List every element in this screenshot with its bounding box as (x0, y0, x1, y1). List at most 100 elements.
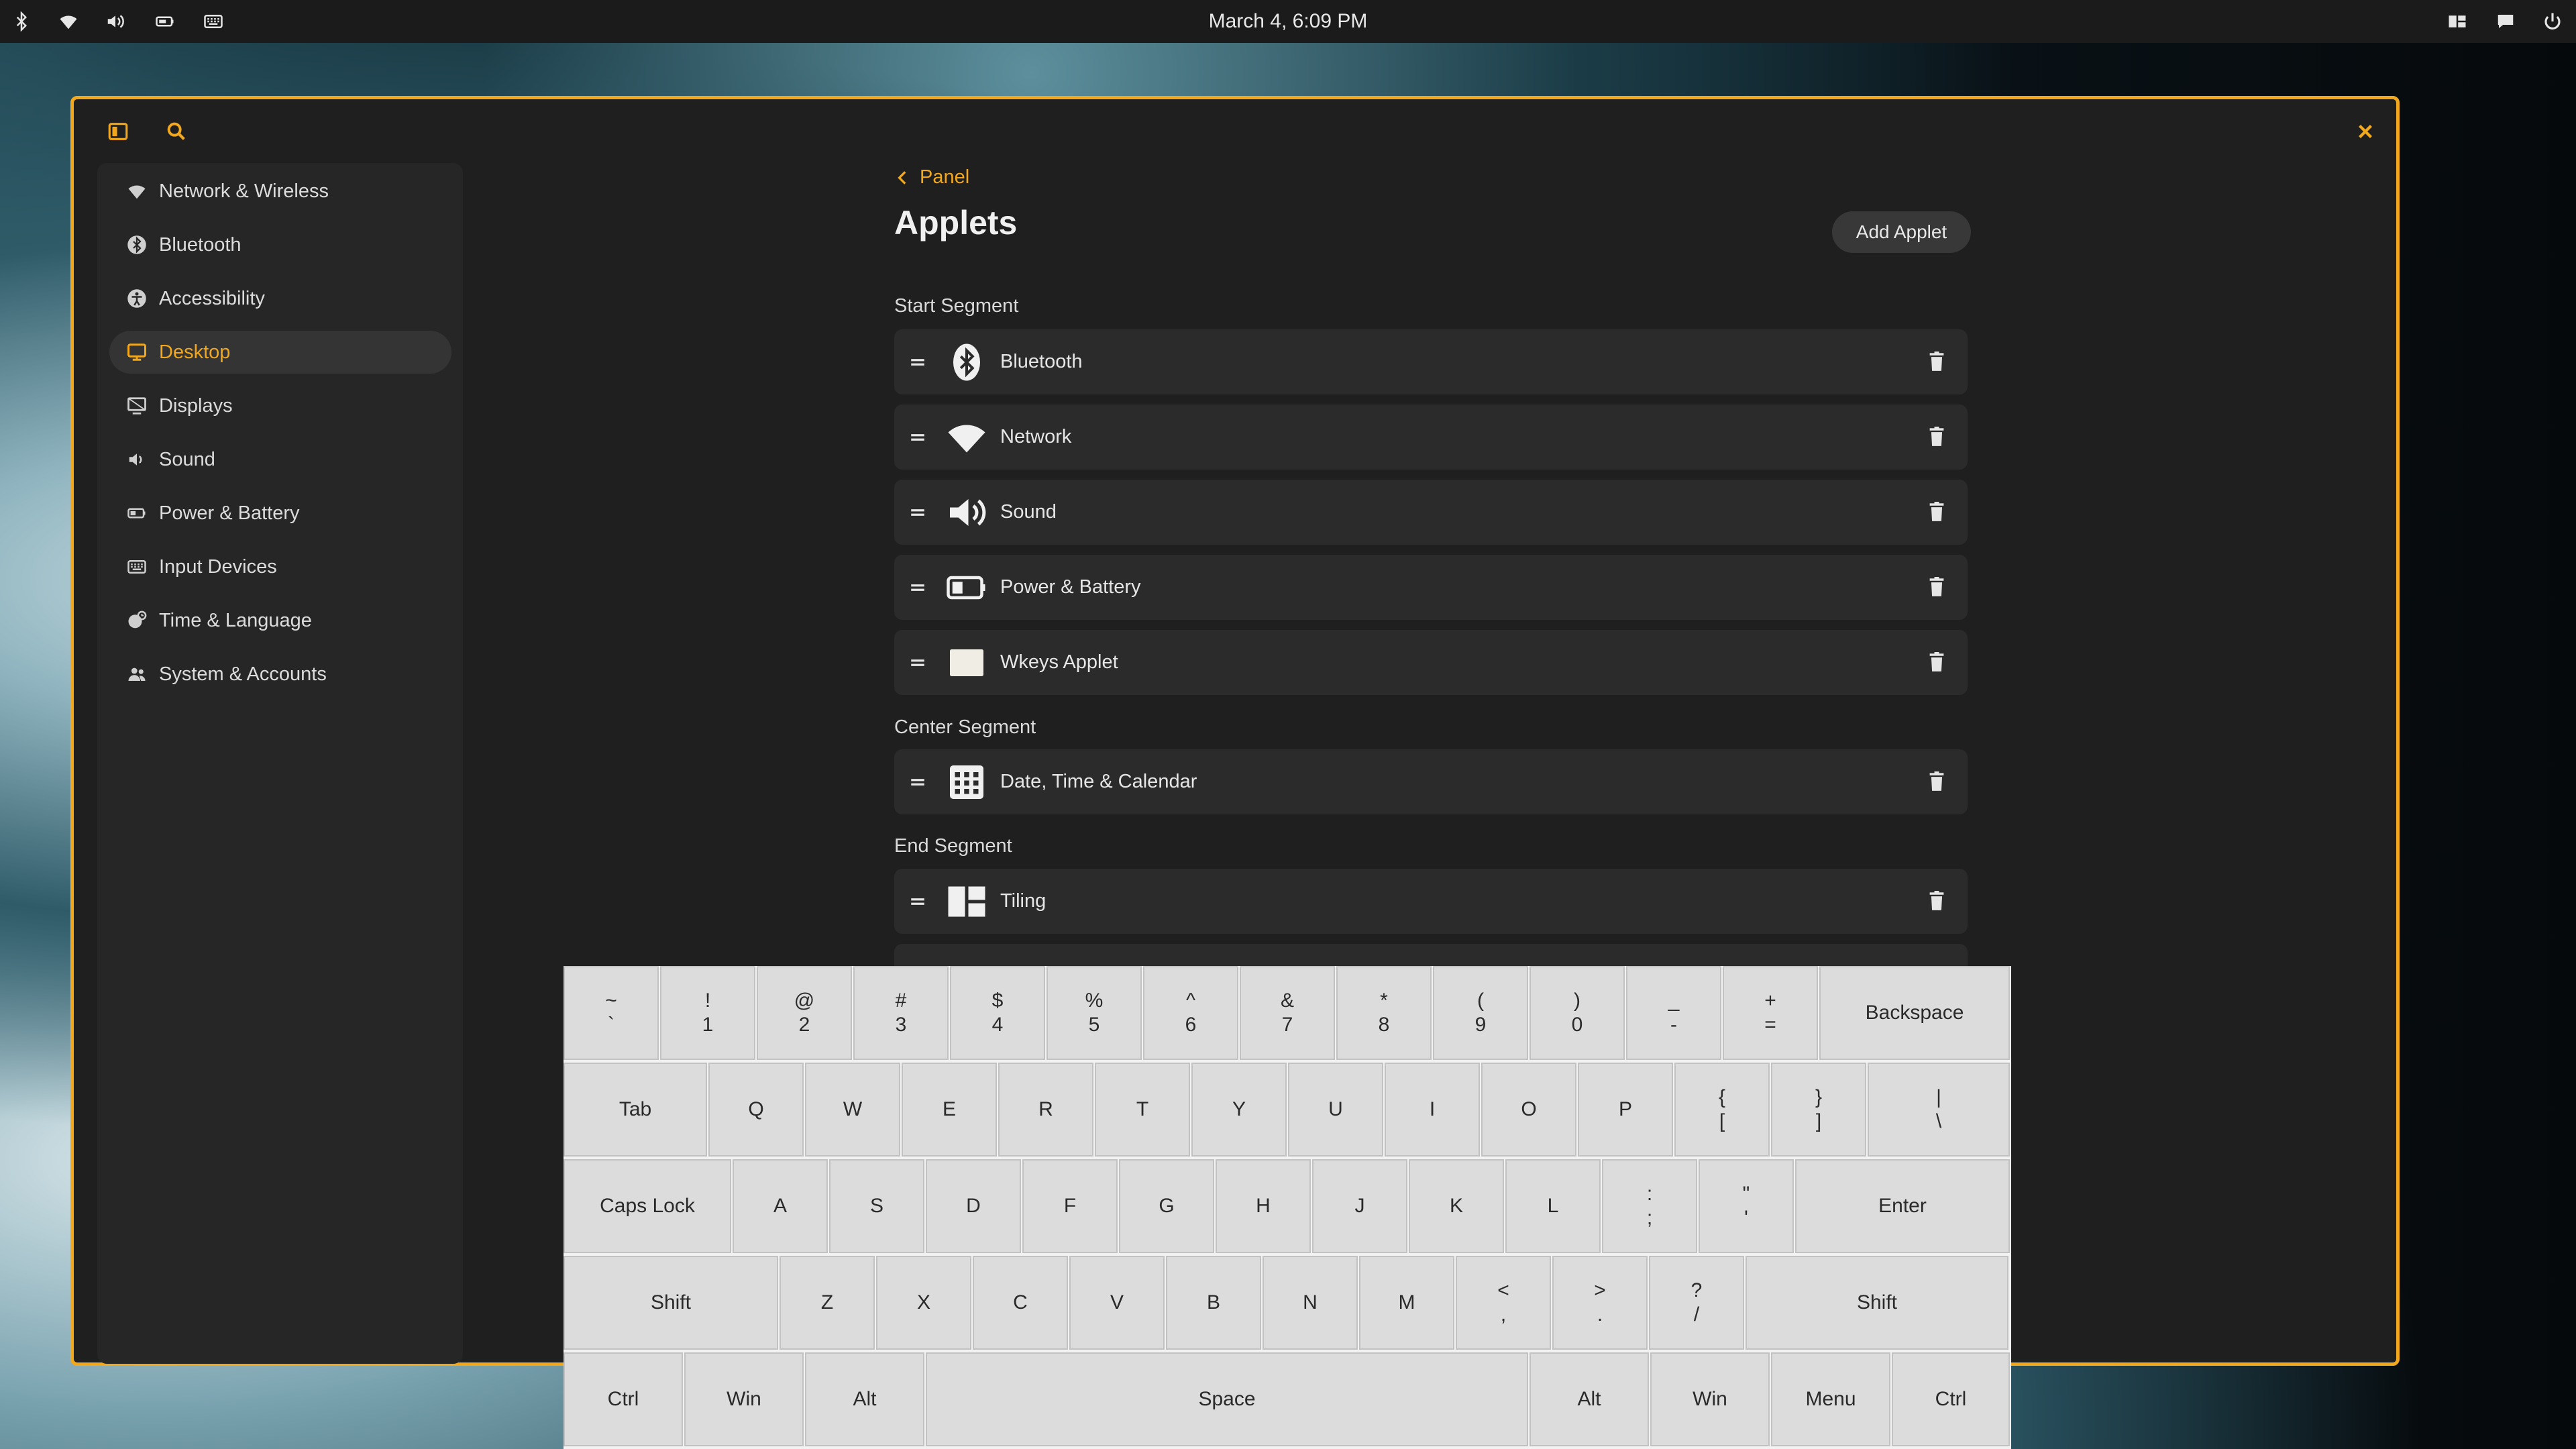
clock-applet[interactable]: March 4, 6:09 PM (1209, 10, 1368, 32)
drag-handle-icon[interactable] (908, 772, 928, 792)
key-symbol[interactable]: " ' (1699, 1159, 1794, 1253)
delete-icon[interactable] (1926, 501, 1947, 523)
key-enter[interactable]: Enter (1795, 1159, 2010, 1253)
sidebar-item-desktop[interactable]: Desktop (109, 331, 451, 374)
key-2[interactable]: @2 (757, 966, 852, 1060)
key-b[interactable]: B (1166, 1256, 1261, 1350)
applet-row-sound[interactable]: Sound (894, 480, 1968, 545)
key-k[interactable]: K (1409, 1159, 1504, 1253)
key-u[interactable]: U (1288, 1063, 1383, 1157)
drag-handle-icon[interactable] (908, 892, 928, 912)
key-g[interactable]: G (1119, 1159, 1214, 1253)
applet-row-tiling[interactable]: Tiling (894, 869, 1968, 934)
key-ctrl[interactable]: Ctrl (564, 1352, 683, 1446)
sidebar-item-network[interactable]: Network & Wireless (109, 170, 451, 213)
key-symbol[interactable]: | \ (1868, 1063, 2010, 1157)
key-space[interactable]: Space (926, 1352, 1528, 1446)
key-tab[interactable]: Tab (564, 1063, 707, 1157)
key-9[interactable]: (9 (1433, 966, 1528, 1060)
key-q[interactable]: Q (708, 1063, 804, 1157)
key-i[interactable]: I (1385, 1063, 1480, 1157)
keyboard-icon[interactable] (201, 9, 225, 34)
bluetooth-icon[interactable] (9, 9, 34, 34)
key-t[interactable]: T (1095, 1063, 1190, 1157)
close-button[interactable] (2349, 115, 2381, 148)
applet-row-power-battery[interactable]: Power & Battery (894, 555, 1968, 620)
volume-icon[interactable] (103, 9, 127, 34)
delete-icon[interactable] (1926, 890, 1947, 912)
key-shift[interactable]: Shift (564, 1256, 778, 1350)
key-w[interactable]: W (805, 1063, 900, 1157)
key-symbol[interactable]: {[ (1674, 1063, 1770, 1157)
key-3[interactable]: #3 (853, 966, 949, 1060)
drag-handle-icon[interactable] (908, 653, 928, 673)
key-win[interactable]: Win (1650, 1352, 1770, 1446)
key-0[interactable]: ) 0 (1529, 966, 1625, 1060)
key-1[interactable]: ! 1 (660, 966, 755, 1060)
wifi-icon[interactable] (56, 9, 80, 34)
back-to-panel-link[interactable]: Panel (894, 166, 969, 189)
key-m[interactable]: M (1359, 1256, 1454, 1350)
delete-icon[interactable] (1926, 351, 1947, 372)
sidebar-item-sound[interactable]: Sound (109, 438, 451, 481)
key-alt[interactable]: Alt (1529, 1352, 1649, 1446)
key-symbol[interactable]: }] (1771, 1063, 1866, 1157)
sidebar-item-input-devices[interactable]: Input Devices (109, 545, 451, 588)
key-win[interactable]: Win (684, 1352, 804, 1446)
key-h[interactable]: H (1216, 1159, 1311, 1253)
key-4[interactable]: $4 (950, 966, 1045, 1060)
key-symbol[interactable]: ~ ` (564, 966, 659, 1060)
key-5[interactable]: % 5 (1046, 966, 1142, 1060)
key-f[interactable]: F (1022, 1159, 1118, 1253)
key-x[interactable]: X (876, 1256, 971, 1350)
key-backspace[interactable]: Backspace (1819, 966, 2010, 1060)
key-shift[interactable]: Shift (1746, 1256, 2008, 1350)
delete-icon[interactable] (1926, 651, 1947, 673)
key-e[interactable]: E (902, 1063, 997, 1157)
drag-handle-icon[interactable] (908, 502, 928, 523)
key-z[interactable]: Z (780, 1256, 875, 1350)
key-o[interactable]: O (1481, 1063, 1576, 1157)
key-p[interactable]: P (1578, 1063, 1673, 1157)
sidebar-item-power[interactable]: Power & Battery (109, 492, 451, 535)
key-c[interactable]: C (973, 1256, 1068, 1350)
key-menu[interactable]: Menu (1771, 1352, 1890, 1446)
key-n[interactable]: N (1263, 1256, 1358, 1350)
drag-handle-icon[interactable] (908, 578, 928, 598)
key-7[interactable]: & 7 (1240, 966, 1335, 1060)
key-symbol[interactable]: + = (1723, 966, 1818, 1060)
key-symbol[interactable]: ? / (1649, 1256, 1744, 1350)
applet-row-bluetooth[interactable]: Bluetooth (894, 329, 1968, 394)
key-d[interactable]: D (926, 1159, 1021, 1253)
tiling-icon[interactable] (2445, 9, 2469, 34)
sidebar-item-system-accounts[interactable]: System & Accounts (109, 653, 451, 696)
drag-handle-icon[interactable] (908, 352, 928, 372)
key-a[interactable]: A (733, 1159, 828, 1253)
applet-row-wkeys[interactable]: Wkeys Applet (894, 630, 1968, 695)
sidebar-item-time-language[interactable]: Time & Language (109, 599, 451, 642)
delete-icon[interactable] (1926, 426, 1947, 447)
power-icon[interactable] (2540, 9, 2565, 34)
applet-row-network[interactable]: Network (894, 405, 1968, 470)
key-l[interactable]: L (1505, 1159, 1601, 1253)
applet-row-date-time[interactable]: Date, Time & Calendar (894, 749, 1968, 814)
key-r[interactable]: R (998, 1063, 1093, 1157)
key-s[interactable]: S (829, 1159, 924, 1253)
sidebar-item-displays[interactable]: Displays (109, 384, 451, 427)
sidebar-toggle-button[interactable] (102, 115, 134, 148)
delete-icon[interactable] (1926, 576, 1947, 598)
battery-icon[interactable] (153, 9, 177, 34)
key-alt[interactable]: Alt (805, 1352, 924, 1446)
key-caps-lock[interactable]: Caps Lock (564, 1159, 731, 1253)
key-8[interactable]: * 8 (1336, 966, 1432, 1060)
key-y[interactable]: Y (1191, 1063, 1287, 1157)
delete-icon[interactable] (1926, 771, 1947, 792)
key-j[interactable]: J (1312, 1159, 1407, 1253)
key-v[interactable]: V (1069, 1256, 1165, 1350)
key-symbol[interactable]: _ - (1626, 966, 1721, 1060)
key-symbol[interactable]: <, (1456, 1256, 1551, 1350)
key-ctrl[interactable]: Ctrl (1892, 1352, 2010, 1446)
key-symbol[interactable]: >. (1552, 1256, 1648, 1350)
key-6[interactable]: ^ 6 (1143, 966, 1238, 1060)
notifications-icon[interactable] (2493, 9, 2518, 34)
